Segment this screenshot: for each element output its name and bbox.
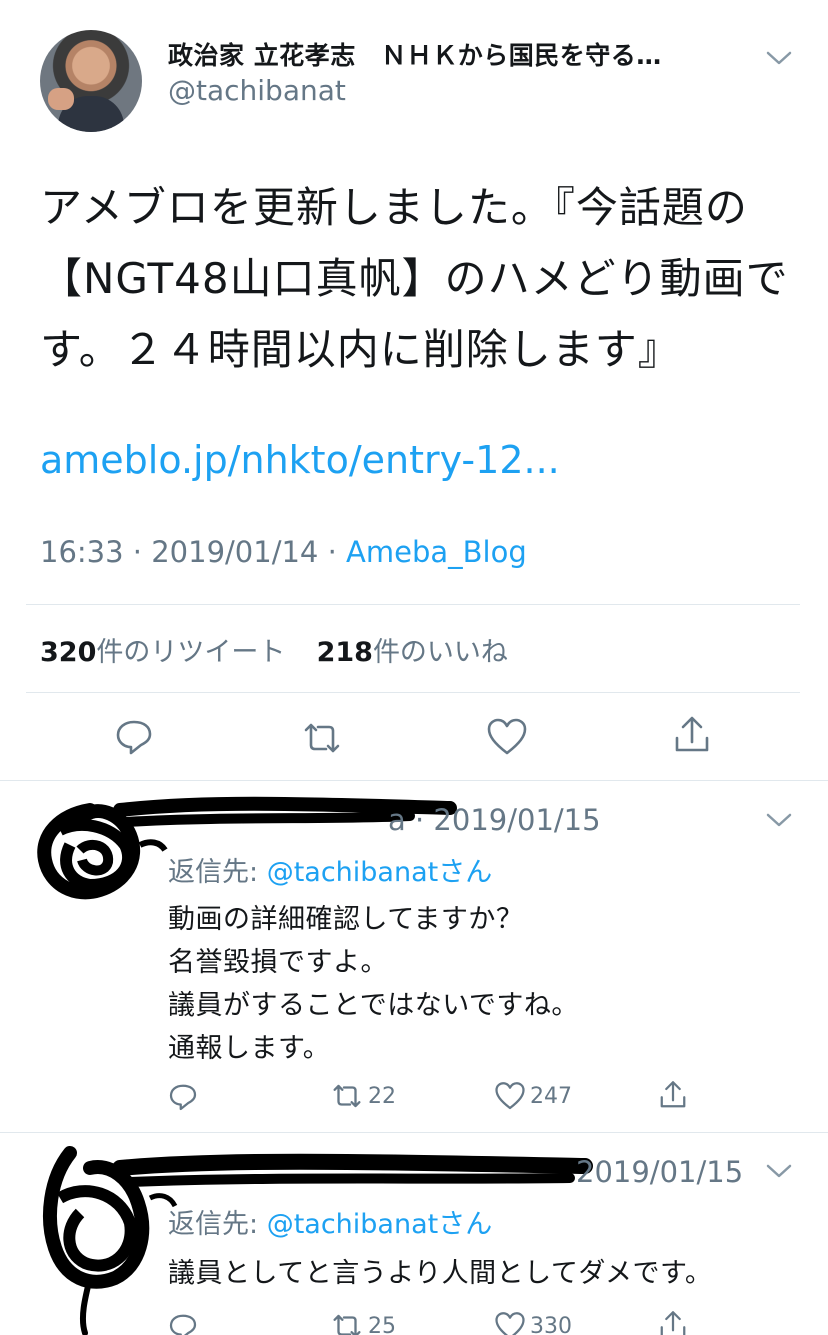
like-count-label[interactable]: 件のいいね <box>373 637 508 668</box>
tweet-detail-screen: 政治家 立花孝志 ＮＨＫから国民を守る… @tachibanat アメブロを更新… <box>0 0 828 1335</box>
divider <box>0 1132 828 1133</box>
like-icon <box>495 1312 525 1335</box>
divider <box>26 692 800 693</box>
like-icon <box>495 1082 525 1110</box>
reply-icon[interactable] <box>168 1312 198 1335</box>
chevron-down-icon[interactable] <box>766 50 792 66</box>
retweet-count: 25 <box>368 1313 396 1335</box>
reply-icon[interactable] <box>168 1082 198 1112</box>
retweet-button[interactable]: 22 <box>330 1082 396 1110</box>
like-button[interactable]: 330 <box>494 1311 572 1335</box>
retweet-count: 22 <box>368 1083 396 1109</box>
author-handle[interactable]: @tachibanat <box>168 74 346 107</box>
reply-text: 動画の詳細確認してますか？ 名誉毀損ですよ。 議員がすることではないですね。 通… <box>168 904 579 1064</box>
reply-to-line: 返信先: @tachibanatさん <box>168 850 492 889</box>
retweet-button[interactable]: 25 <box>330 1312 396 1335</box>
tweet-link[interactable]: ameblo.jp/nhkto/entry-12... <box>40 438 560 482</box>
reply-text: 議員としてと言うより人間としてダメです。 <box>168 1258 713 1289</box>
tweet-timestamp: 16:33 · 2019/01/14 · Ameba_Blog <box>40 535 527 569</box>
divider <box>0 780 828 781</box>
retweet-icon <box>333 1314 361 1335</box>
chevron-down-icon[interactable] <box>766 1163 792 1179</box>
author-name[interactable]: 政治家 立花孝志 ＮＨＫから国民を守る… <box>168 36 758 72</box>
tweet-text: アメブロを更新しました。『今話題の【NGT48山口真帆】のハメどり動画です。２４… <box>40 183 789 374</box>
tweet-time: 16:33 · 2019/01/14 · <box>40 535 347 569</box>
author-avatar[interactable] <box>40 30 142 132</box>
retweet-icon <box>333 1084 361 1108</box>
retweet-count-label[interactable]: 件のリツイート <box>96 637 285 668</box>
reply-to-line: 返信先: @tachibanatさん <box>168 1202 492 1241</box>
reply-date: 2019/01/15 <box>576 1155 744 1189</box>
tweet-source[interactable]: Ameba_Blog <box>346 535 527 569</box>
reply-to-prefix: 返信先: <box>168 857 267 888</box>
reply-icon[interactable] <box>114 717 154 757</box>
reply-to-mention[interactable]: @tachibanatさん <box>267 1209 493 1240</box>
reply-to-mention[interactable]: @tachibanatさん <box>267 857 493 888</box>
like-icon[interactable] <box>486 717 528 757</box>
chevron-down-icon[interactable] <box>766 812 792 828</box>
like-count[interactable]: 218 <box>317 637 373 668</box>
share-icon[interactable] <box>672 714 712 756</box>
share-icon[interactable] <box>658 1308 688 1335</box>
divider <box>26 604 800 605</box>
like-count: 330 <box>530 1313 572 1335</box>
tweet-stats: 320件のリツイート 218件のいいね <box>40 630 508 669</box>
retweet-count[interactable]: 320 <box>40 637 96 668</box>
retweet-icon[interactable] <box>300 720 344 756</box>
reply-to-prefix: 返信先: <box>168 1209 267 1240</box>
like-button[interactable]: 247 <box>494 1081 572 1111</box>
like-count: 247 <box>530 1083 572 1109</box>
reply-date: a · 2019/01/15 <box>388 803 601 837</box>
share-icon[interactable] <box>658 1078 688 1112</box>
